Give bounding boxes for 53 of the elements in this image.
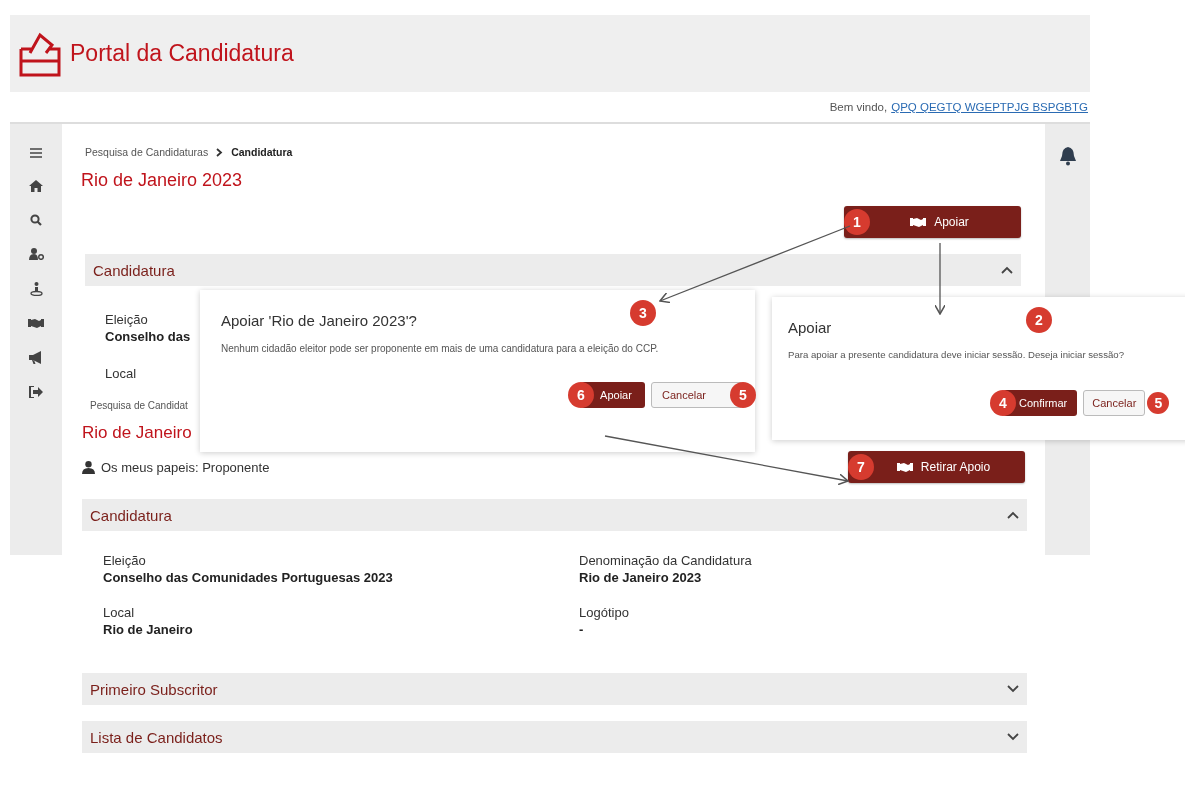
person-icon [82, 460, 95, 474]
home-icon[interactable] [29, 180, 43, 192]
user-settings-icon[interactable] [28, 248, 44, 260]
section-title: Candidatura [90, 506, 172, 524]
step-badge: 5 [1147, 392, 1170, 415]
chevron-right-icon [216, 147, 224, 157]
logout-icon[interactable] [29, 386, 43, 398]
section-header[interactable]: Candidatura [85, 254, 1021, 286]
page-title: Rio de Janeiro [82, 423, 192, 443]
breadcrumb-current: Candidatura [231, 146, 293, 158]
section-header[interactable]: Primeiro Subscritor [82, 673, 1027, 705]
section-title: Lista de Candidatos [90, 728, 223, 746]
field-label: Logótipo [579, 605, 629, 620]
step-badge: 4 [990, 390, 1016, 417]
dialog-message: Para apoiar a presente candidatura deve iniciar sessão. Deseja iniciar sessão? [788, 348, 1125, 362]
section-title: Primeiro Subscritor [90, 680, 218, 698]
step-badge: 1 [844, 209, 870, 235]
section-header[interactable]: Lista de Candidatos [82, 721, 1027, 753]
user-link[interactable]: QPQ QEGTQ WGEPTPJG BSPGBTG [891, 101, 1088, 113]
breadcrumb-link[interactable]: Pesquisa de Candidaturas [85, 146, 209, 158]
step-badge: 2 [1026, 307, 1052, 333]
menu-icon[interactable] [30, 148, 42, 158]
person-pin-icon[interactable] [29, 282, 43, 296]
withdraw-support-button[interactable]: 7 Retirar Apoio [848, 451, 1025, 483]
bell-icon[interactable] [1058, 146, 1077, 166]
step-badge: 7 [848, 454, 874, 480]
support-button[interactable]: 1 Apoiar [844, 206, 1021, 238]
ballot-box-icon [18, 30, 62, 77]
step-badge: 3 [630, 300, 656, 326]
page-title: Rio de Janeiro 2023 [81, 170, 244, 191]
field-value: Rio de Janeiro [103, 622, 193, 637]
megaphone-icon[interactable] [29, 351, 43, 364]
step-badge: 6 [568, 382, 594, 408]
field-label: Local [105, 366, 137, 381]
field-label: Denominação da Candidatura [579, 553, 752, 568]
roles-text: Os meus papeis: Proponente [101, 459, 270, 475]
field-value: Conselho das Comunidades Portuguesas 2023 [103, 570, 393, 585]
step-badge: 5 [730, 382, 756, 408]
field-value: Conselho das [105, 329, 191, 344]
section-header[interactable]: Candidatura [82, 499, 1027, 531]
app-title: Portal da Candidatura [70, 40, 294, 67]
search-icon[interactable] [30, 214, 42, 226]
field-value: Rio de Janeiro 2023 [579, 570, 702, 585]
dialog-title: Apoiar 'Rio de Janeiro 2023'? [221, 312, 417, 329]
section-title: Candidatura [93, 261, 175, 279]
dialog-title: Apoiar [788, 319, 832, 336]
dialog-message: Nenhum cidadão eleitor pode ser proponente em mais de uma candidatura para a eleição do CCP. [221, 342, 660, 356]
field-label: Eleição [105, 312, 148, 327]
field-value: - [579, 622, 584, 637]
field-label: Local [103, 605, 135, 620]
welcome-text: Bem vindo, [829, 101, 888, 113]
cancel-button[interactable]: Cancelar [1083, 390, 1146, 417]
field-label: Eleição [103, 553, 146, 568]
